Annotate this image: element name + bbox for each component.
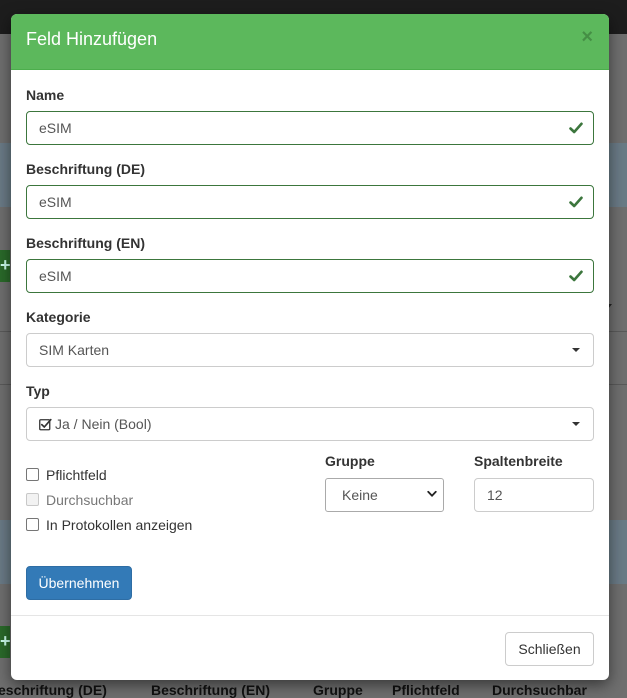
- protokolle-label: In Protokollen anzeigen: [46, 516, 193, 533]
- name-input[interactable]: [27, 112, 547, 144]
- background-table-header: eschriftung (DE) Beschriftung (EN) Grupp…: [0, 682, 627, 698]
- pflichtfeld-label: Pflichtfeld: [46, 466, 107, 483]
- spaltenbreite-label: Spaltenbreite: [474, 453, 563, 469]
- success-check-icon: [569, 122, 583, 134]
- name-field-wrapper: [26, 111, 594, 145]
- submit-button[interactable]: Übernehmen: [26, 566, 132, 600]
- spaltenbreite-group: Spaltenbreite: [474, 453, 594, 512]
- protokolle-checkbox[interactable]: [26, 518, 39, 531]
- background-add-button: +: [0, 250, 10, 282]
- checkbox-checked-icon: [39, 418, 52, 431]
- close-button[interactable]: Schließen: [505, 632, 594, 666]
- durchsuchbar-label: Durchsuchbar: [46, 491, 134, 508]
- close-icon[interactable]: ×: [581, 27, 593, 47]
- gruppe-label: Gruppe: [325, 453, 375, 469]
- caret-down-icon: [572, 348, 580, 352]
- pflichtfeld-checkbox-row[interactable]: Pflichtfeld: [26, 462, 192, 487]
- typ-select[interactable]: Ja / Nein (Bool): [26, 407, 594, 441]
- spaltenbreite-input[interactable]: [475, 479, 593, 511]
- durchsuchbar-checkbox: [26, 493, 39, 506]
- background-add-button: +: [0, 626, 10, 658]
- background-column-header: Gruppe: [313, 682, 363, 698]
- label-en-field-wrapper: [26, 259, 594, 293]
- modal-footer: Schließen: [11, 615, 609, 680]
- spaltenbreite-field-wrapper: [474, 478, 594, 512]
- label-en-group: Beschriftung (EN): [26, 235, 594, 293]
- modal-header: Feld Hinzufügen ×: [11, 14, 609, 70]
- protokolle-checkbox-row[interactable]: In Protokollen anzeigen: [26, 512, 192, 537]
- gruppe-selected-value: Keine: [342, 487, 378, 503]
- options-row: Pflichtfeld Durchsuchbar In Protokollen …: [26, 453, 594, 541]
- label-en-label: Beschriftung (EN): [26, 235, 145, 251]
- gruppe-group: Gruppe Keine: [325, 453, 444, 512]
- success-check-icon: [569, 196, 583, 208]
- label-de-group: Beschriftung (DE): [26, 161, 594, 219]
- typ-selected-wrapper: Ja / Nein (Bool): [39, 416, 151, 432]
- name-label: Name: [26, 87, 65, 103]
- durchsuchbar-checkbox-row: Durchsuchbar: [26, 487, 192, 512]
- background-column-header: Durchsuchbar: [492, 682, 587, 698]
- background-column-header: Beschriftung (EN): [151, 682, 270, 698]
- gruppe-select[interactable]: Keine: [325, 478, 444, 512]
- kategorie-label: Kategorie: [26, 309, 91, 325]
- label-de-label: Beschriftung (DE): [26, 161, 145, 177]
- label-de-input[interactable]: [27, 186, 547, 218]
- add-field-modal: Feld Hinzufügen × Name Beschriftung (DE): [11, 14, 609, 680]
- label-de-field-wrapper: [26, 185, 594, 219]
- modal-body: Name Beschriftung (DE) Beschriftung (EN): [11, 70, 609, 616]
- kategorie-select[interactable]: SIM Karten: [26, 333, 594, 367]
- typ-selected-value: Ja / Nein (Bool): [55, 416, 152, 432]
- kategorie-group: Kategorie SIM Karten: [26, 309, 594, 367]
- typ-group: Typ Ja / Nein (Bool): [26, 383, 594, 441]
- name-group: Name: [26, 87, 594, 145]
- chevron-down-icon: [427, 490, 437, 497]
- typ-label: Typ: [26, 383, 50, 399]
- background-column-header: Pflichtfeld: [392, 682, 460, 698]
- label-en-input[interactable]: [27, 260, 547, 292]
- success-check-icon: [569, 270, 583, 282]
- pflichtfeld-checkbox[interactable]: [26, 468, 39, 481]
- kategorie-selected-value: SIM Karten: [39, 342, 110, 358]
- checkbox-list: Pflichtfeld Durchsuchbar In Protokollen …: [26, 462, 192, 537]
- background-column-header: eschriftung (DE): [0, 682, 107, 698]
- modal-title: Feld Hinzufügen: [26, 29, 158, 49]
- caret-down-icon: [572, 422, 580, 426]
